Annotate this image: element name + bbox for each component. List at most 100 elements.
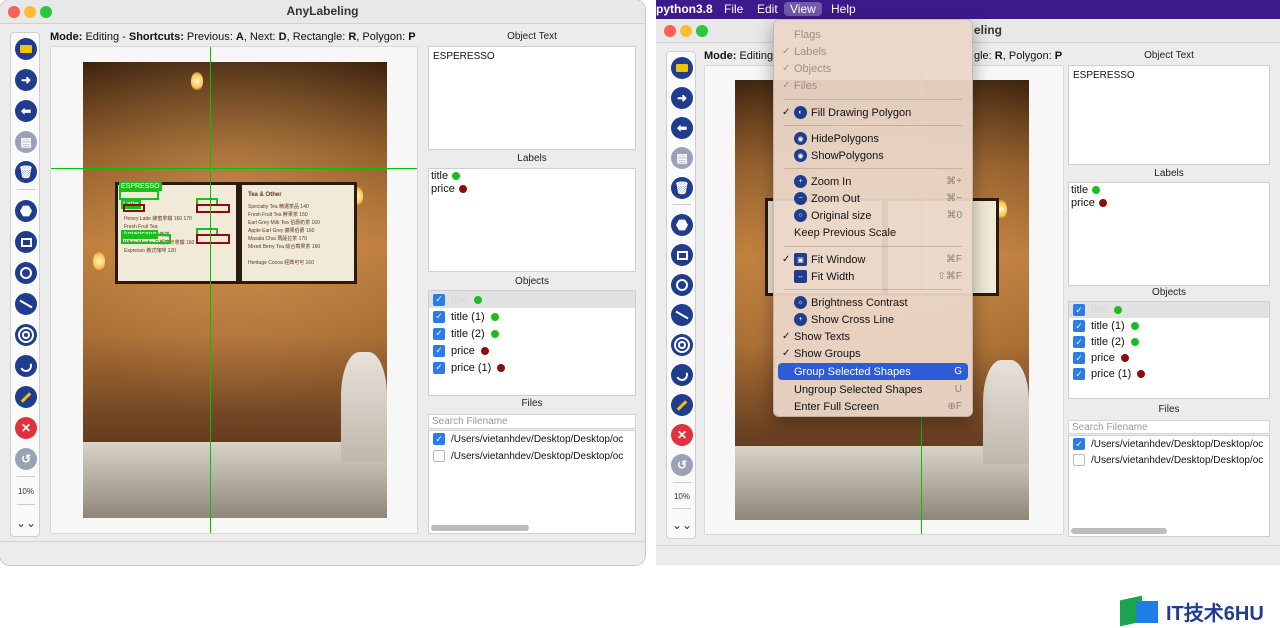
object-text-field[interactable]: ESPERESSO — [1068, 65, 1270, 165]
rectangle-tool-icon[interactable] — [15, 231, 37, 253]
shape-title-2[interactable] — [121, 234, 171, 244]
file-search-input[interactable]: Search Filename — [1068, 420, 1270, 434]
object-text-field[interactable]: ESPERESSO — [428, 46, 636, 150]
undo-icon[interactable]: ↺ — [15, 448, 37, 470]
object-item[interactable]: ✓ price (1) — [429, 359, 635, 376]
expand-toolbar-icon[interactable]: ⌄⌄ — [11, 516, 41, 530]
file-checkbox[interactable]: ✓ — [433, 433, 445, 445]
menu-item-enter-full-screen[interactable]: Enter Full Screen ⊕F — [778, 398, 968, 415]
label-item[interactable]: title — [1071, 184, 1101, 196]
label-item[interactable]: price — [1071, 197, 1107, 209]
menu-item-group-selected-shapes[interactable]: Group Selected Shapes G — [778, 363, 968, 380]
linestrip-tool-icon[interactable] — [671, 364, 693, 386]
object-item[interactable]: ✓ title — [429, 291, 635, 308]
menu-item-flags[interactable]: Flags — [778, 26, 968, 43]
file-item[interactable]: /Users/vietanhdev/Desktop/Desktop/oc — [429, 448, 635, 464]
menu-item-fit-width[interactable]: ↔ Fit Width ⇧⌘F — [778, 268, 968, 285]
line-tool-icon[interactable] — [15, 293, 37, 315]
object-item[interactable]: ✓ title (1) — [429, 308, 635, 325]
menu-item-show-groups[interactable]: ✓ Show Groups — [778, 345, 968, 362]
rectangle-tool-icon[interactable] — [671, 244, 693, 266]
next-image-icon[interactable]: ➜ — [15, 69, 37, 91]
image-canvas[interactable]: Honey Latte 蜂蜜拿鐵 160 170 Fresh Fruit Tea… — [50, 46, 418, 534]
object-checkbox[interactable]: ✓ — [433, 293, 445, 306]
menu-item-zoom-in[interactable]: + Zoom In ⌘+ — [778, 173, 968, 190]
files-horizontal-scrollbar[interactable] — [1071, 528, 1167, 534]
menu-item-files[interactable]: ✓ Files — [778, 77, 968, 94]
delete-file-icon[interactable]: 🗑 — [671, 177, 693, 199]
file-checkbox[interactable] — [1073, 454, 1085, 466]
edit-tool-icon[interactable] — [15, 386, 37, 408]
object-item[interactable]: ✓ title (2) — [1069, 334, 1269, 350]
menu-item-labels[interactable]: ✓ Labels — [778, 43, 968, 60]
menu-file[interactable]: File — [724, 2, 743, 16]
object-checkbox[interactable]: ✓ — [433, 361, 445, 374]
shape-price-1[interactable] — [196, 204, 230, 213]
open-folder-icon[interactable] — [15, 38, 37, 60]
maximize-window-button[interactable] — [696, 25, 708, 37]
object-item[interactable]: ✓ title (1) — [1069, 318, 1269, 334]
object-checkbox[interactable]: ✓ — [1073, 320, 1085, 332]
menu-help[interactable]: Help — [831, 2, 856, 16]
menu-item-original-size[interactable]: ○ Original size ⌘0 — [778, 207, 968, 224]
undo-icon[interactable]: ↺ — [671, 454, 693, 476]
file-item[interactable]: /Users/vietanhdev/Desktop/Desktop/oc — [1069, 452, 1269, 468]
previous-image-icon[interactable]: ⬅ — [671, 117, 693, 139]
menu-item-show-texts[interactable]: ✓ Show Texts — [778, 328, 968, 345]
save-icon[interactable]: ▤ — [15, 131, 37, 153]
point-tool-icon[interactable] — [671, 334, 693, 356]
object-item[interactable]: ✓ title — [1069, 302, 1269, 318]
object-checkbox[interactable]: ✓ — [433, 327, 445, 340]
object-checkbox[interactable]: ✓ — [1073, 368, 1085, 380]
menu-item-ungroup-selected-shapes[interactable]: Ungroup Selected Shapes U — [778, 381, 968, 398]
menu-item-hide-polygons[interactable]: ◉ HidePolygons — [778, 130, 968, 147]
object-item[interactable]: ✓ price — [1069, 350, 1269, 366]
file-checkbox[interactable] — [433, 450, 445, 462]
menu-item-show-cross-line[interactable]: + Show Cross Line — [778, 311, 968, 328]
polygon-tool-icon[interactable] — [15, 200, 37, 222]
save-icon[interactable]: ▤ — [671, 147, 693, 169]
object-item[interactable]: ✓ price (1) — [1069, 366, 1269, 382]
object-checkbox[interactable]: ✓ — [433, 344, 445, 357]
app-menu[interactable]: python3.8 — [656, 2, 713, 16]
edit-tool-icon[interactable] — [671, 394, 693, 416]
menu-item-fit-window[interactable]: ✓ ▣ Fit Window ⌘F — [778, 251, 968, 268]
line-tool-icon[interactable] — [671, 304, 693, 326]
delete-file-icon[interactable]: 🗑 — [15, 161, 37, 183]
object-checkbox[interactable]: ✓ — [1073, 352, 1085, 364]
shape-price-2[interactable] — [196, 234, 230, 244]
zoom-level[interactable]: 10% — [11, 487, 41, 496]
delete-shape-icon[interactable]: ✕ — [671, 424, 693, 446]
menu-item-fill-drawing-polygon[interactable]: ✓ ◐ Fill Drawing Polygon — [778, 104, 968, 121]
polygon-tool-icon[interactable] — [671, 214, 693, 236]
menu-view[interactable]: View — [784, 2, 822, 16]
file-item[interactable]: ✓/Users/vietanhdev/Desktop/Desktop/oc — [429, 431, 635, 447]
point-tool-icon[interactable] — [15, 324, 37, 346]
shape-price[interactable] — [123, 204, 145, 212]
object-checkbox[interactable]: ✓ — [1073, 336, 1085, 348]
menu-edit[interactable]: Edit — [757, 2, 778, 16]
menu-item-show-polygons[interactable]: ◉ ShowPolygons — [778, 147, 968, 164]
linestrip-tool-icon[interactable] — [15, 355, 37, 377]
delete-shape-icon[interactable]: ✕ — [15, 417, 37, 439]
object-item[interactable]: ✓ title (2) — [429, 325, 635, 342]
open-folder-icon[interactable] — [671, 57, 693, 79]
file-search-input[interactable]: Search Filename — [428, 414, 636, 429]
file-item[interactable]: ✓/Users/vietanhdev/Desktop/Desktop/oc — [1069, 436, 1269, 452]
object-checkbox[interactable]: ✓ — [1073, 304, 1085, 316]
label-item[interactable]: title — [431, 170, 461, 182]
zoom-level[interactable]: 10% — [667, 492, 697, 501]
menu-item-zoom-out[interactable]: − Zoom Out ⌘− — [778, 190, 968, 207]
shape-title[interactable] — [119, 190, 159, 200]
object-item[interactable]: ✓ price — [429, 342, 635, 359]
expand-toolbar-icon[interactable]: ⌄⌄ — [667, 518, 697, 532]
circle-tool-icon[interactable] — [15, 262, 37, 284]
close-window-button[interactable] — [664, 25, 676, 37]
previous-image-icon[interactable]: ⬅ — [15, 100, 37, 122]
menu-item-keep-previous-scale[interactable]: Keep Previous Scale — [778, 224, 968, 241]
minimize-window-button[interactable] — [680, 25, 692, 37]
files-horizontal-scrollbar[interactable] — [431, 525, 529, 531]
object-checkbox[interactable]: ✓ — [433, 310, 445, 323]
menu-item-objects[interactable]: ✓ Objects — [778, 60, 968, 77]
next-image-icon[interactable]: ➜ — [671, 87, 693, 109]
